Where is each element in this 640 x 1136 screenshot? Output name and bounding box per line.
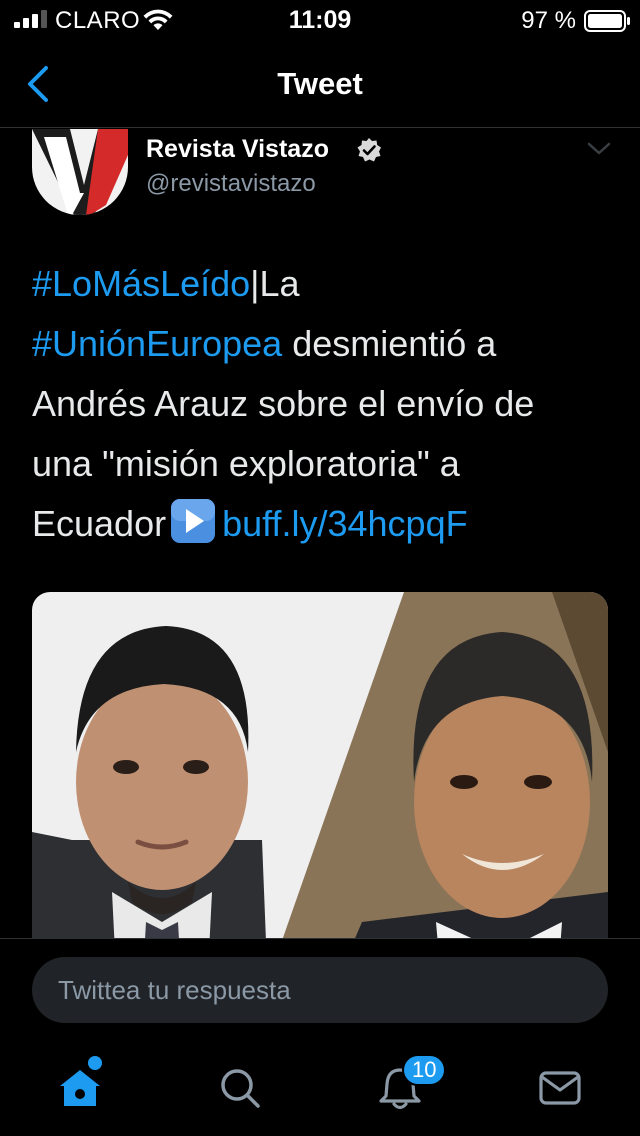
search-icon[interactable] <box>216 1064 264 1112</box>
tweet-line: #LoMásLeído|La <box>32 254 622 314</box>
notification-count-badge: 10 <box>402 1054 447 1086</box>
tweet-text-segment: Ecuador <box>32 503 167 544</box>
tweet-media-image[interactable] <box>32 592 608 992</box>
tweet-text-segment: desmientió a <box>282 323 497 364</box>
navigation-bar: Tweet <box>0 42 640 128</box>
tweet-line: Ecuador buff.ly/34hcpqF <box>32 494 622 554</box>
play-button-emoji-icon <box>171 499 216 543</box>
messages-envelope-icon[interactable] <box>536 1064 584 1112</box>
verified-badge-icon <box>357 138 381 162</box>
home-icon[interactable] <box>56 1064 104 1112</box>
tweet-text-segment: |La <box>250 263 300 304</box>
status-bar: CLARO 11:09 97 % <box>0 0 640 42</box>
author-avatar[interactable] <box>32 129 128 215</box>
chevron-down-icon[interactable] <box>586 140 612 158</box>
tweet-text: #LoMásLeído|La #UniónEuropea desmientió … <box>32 254 622 554</box>
tweet-url-link[interactable]: buff.ly/34hcpqF <box>222 503 468 544</box>
author-name[interactable]: Revista Vistazo <box>146 135 329 164</box>
photo-illustration <box>32 592 608 992</box>
tweet-line: #UniónEuropea desmientió a <box>32 314 622 374</box>
new-content-dot <box>88 1056 102 1070</box>
tweet-line: Andrés Arauz sobre el envío de <box>32 383 535 424</box>
author-handle[interactable]: @revistavistazo <box>146 170 316 198</box>
hashtag-link[interactable]: #UniónEuropea <box>32 323 282 364</box>
battery-icon <box>584 10 630 32</box>
page-title: Tweet <box>277 66 363 101</box>
tweet-line: una "misión exploratoria" a <box>32 443 460 484</box>
reply-input[interactable] <box>32 957 608 1023</box>
battery-percentage: 97 % <box>521 7 576 34</box>
vistazo-logo-icon <box>32 129 128 215</box>
hashtag-link[interactable]: #LoMásLeído <box>32 263 250 304</box>
